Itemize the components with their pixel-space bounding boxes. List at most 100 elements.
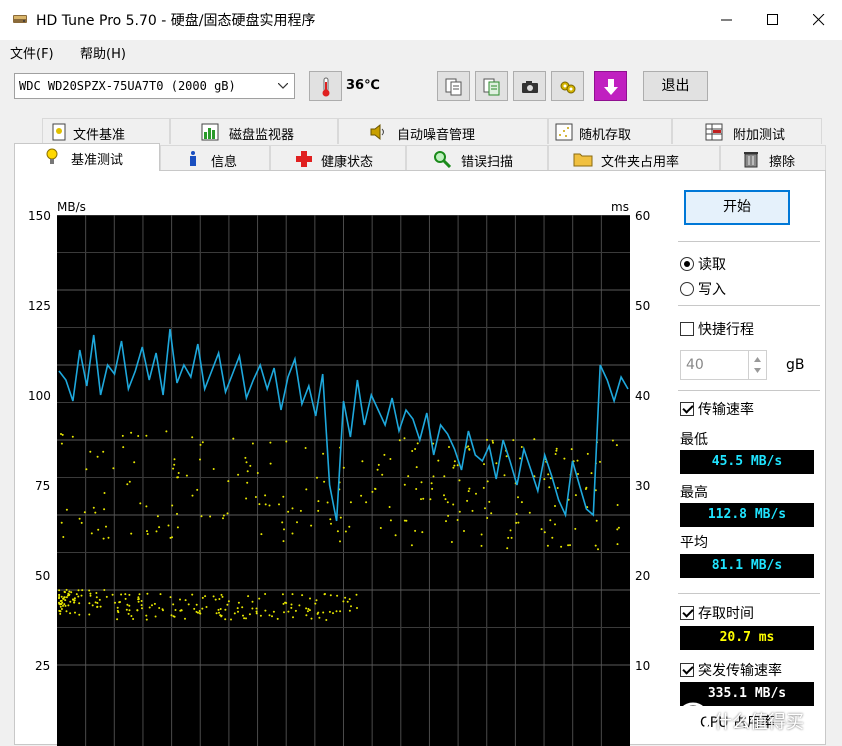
scatter-icon bbox=[555, 123, 573, 141]
access-time-point bbox=[255, 612, 258, 615]
watermark: 值 什么值得买 bbox=[676, 700, 836, 740]
access-time-point bbox=[570, 448, 573, 451]
access-time-point bbox=[145, 618, 148, 621]
access-time-checkbox[interactable]: 存取时间 bbox=[680, 603, 754, 623]
access-time-point bbox=[517, 521, 520, 524]
access-time-point bbox=[212, 468, 215, 470]
access-time-point bbox=[62, 604, 64, 607]
read-radio[interactable]: 读取 bbox=[680, 254, 726, 274]
access-time-point bbox=[467, 490, 470, 493]
access-time-point bbox=[517, 496, 519, 499]
access-time-point bbox=[452, 466, 455, 469]
access-time-point bbox=[381, 473, 384, 476]
access-time-point bbox=[283, 528, 285, 531]
access-time-point bbox=[330, 522, 332, 525]
tab-disk-monitor[interactable]: 磁盘监视器 bbox=[170, 118, 338, 144]
access-time-point bbox=[463, 530, 465, 532]
file-benchmark-icon bbox=[52, 123, 66, 141]
access-time-point bbox=[99, 605, 102, 608]
tab-label: 自动噪音管理 bbox=[397, 128, 476, 143]
spinner-arrows[interactable] bbox=[748, 351, 766, 379]
exit-button[interactable]: 退出 bbox=[643, 71, 708, 101]
access-time-point bbox=[287, 610, 290, 613]
access-time-point bbox=[356, 607, 358, 609]
access-time-point bbox=[64, 604, 67, 607]
access-time-point bbox=[458, 479, 461, 482]
access-time-point bbox=[323, 480, 326, 483]
access-time-point bbox=[410, 544, 413, 547]
access-time-point bbox=[488, 500, 491, 503]
screenshot-button[interactable] bbox=[513, 71, 546, 101]
tab-folder-usage[interactable]: 文件夹占用率 bbox=[548, 145, 720, 171]
right-axis-unit: ms bbox=[611, 200, 629, 214]
short-stroke-spinner[interactable]: 40 bbox=[680, 350, 767, 380]
access-time-point bbox=[112, 467, 115, 470]
copy-info-button[interactable] bbox=[437, 71, 470, 101]
tab-label: 错误扫描 bbox=[461, 155, 514, 170]
access-time-point bbox=[486, 438, 488, 441]
access-time-point bbox=[586, 452, 589, 455]
tab-benchmark[interactable]: 基准测试 bbox=[14, 143, 160, 171]
transfer-rate-checkbox[interactable]: 传输速率 bbox=[680, 399, 754, 419]
access-time-point bbox=[519, 457, 522, 460]
maximize-button[interactable] bbox=[750, 0, 796, 40]
tab-label: 基准测试 bbox=[71, 153, 124, 168]
tab-extra-tests[interactable]: 附加测试 bbox=[672, 118, 822, 144]
copy-all-button[interactable] bbox=[475, 71, 508, 101]
access-time-point bbox=[214, 598, 217, 601]
tab-noise-management[interactable]: 自动噪音管理 bbox=[338, 118, 548, 144]
access-time-point bbox=[137, 596, 140, 599]
benchmark-chart: MB/s ms 150 125 100 75 50 25 60 50 40 30… bbox=[15, 171, 665, 746]
access-time-point bbox=[468, 487, 471, 490]
access-time-point bbox=[196, 488, 199, 491]
access-time-point bbox=[554, 505, 556, 507]
tab-erase[interactable]: 擦除 bbox=[720, 145, 826, 171]
save-button[interactable] bbox=[594, 71, 627, 101]
tab-label: 文件基准 bbox=[73, 128, 126, 143]
access-time-point bbox=[310, 617, 313, 620]
menu-file[interactable]: 文件(F) bbox=[10, 43, 54, 62]
tab-random-access[interactable]: 随机存取 bbox=[548, 118, 672, 144]
access-time-point bbox=[91, 604, 94, 607]
options-button[interactable] bbox=[551, 71, 584, 101]
access-time-point bbox=[560, 545, 563, 548]
access-time-point bbox=[176, 512, 178, 515]
access-time-point bbox=[486, 517, 489, 519]
access-time-point bbox=[292, 616, 294, 619]
short-stroke-checkbox[interactable]: 快捷行程 bbox=[680, 319, 754, 339]
tab-error-scan[interactable]: 错误扫描 bbox=[406, 145, 548, 171]
access-time-point bbox=[554, 523, 556, 526]
access-time-point bbox=[248, 613, 251, 616]
access-time-point bbox=[585, 486, 588, 489]
access-time-point bbox=[244, 456, 247, 459]
access-time-point bbox=[154, 615, 157, 618]
burst-rate-checkbox[interactable]: 突发传输速率 bbox=[680, 660, 782, 680]
access-time-point bbox=[124, 593, 127, 596]
access-time-point bbox=[95, 592, 98, 594]
access-time-point bbox=[151, 604, 153, 607]
menu-help[interactable]: 帮助(H) bbox=[80, 43, 126, 62]
trash-icon bbox=[744, 152, 758, 168]
minimize-button[interactable] bbox=[704, 0, 750, 40]
start-button[interactable]: 开始 bbox=[684, 190, 790, 225]
tab-label: 健康状态 bbox=[321, 155, 374, 170]
drive-select[interactable]: WDC WD20SPZX-75UA7T0 (2000 gB) bbox=[14, 73, 295, 99]
write-radio[interactable]: 写入 bbox=[680, 279, 726, 299]
tab-file-benchmark[interactable]: 文件基准 bbox=[42, 118, 170, 144]
access-time-point bbox=[336, 594, 339, 597]
access-time-point bbox=[254, 496, 257, 498]
access-time-point bbox=[220, 593, 223, 596]
tab-info[interactable]: 信息 bbox=[160, 145, 270, 171]
tab-health[interactable]: 健康状态 bbox=[270, 145, 406, 171]
left-tick: 75 bbox=[35, 479, 51, 493]
access-time-point bbox=[130, 615, 133, 617]
access-time-point bbox=[191, 593, 194, 596]
access-time-point bbox=[569, 544, 571, 547]
close-button[interactable] bbox=[796, 0, 842, 40]
access-time-point bbox=[282, 540, 285, 543]
temperature-button[interactable] bbox=[309, 71, 342, 101]
toolbar: WDC WD20SPZX-75UA7T0 (2000 gB) 36℃ 退出 bbox=[0, 64, 842, 110]
access-time-point bbox=[450, 541, 453, 543]
access-time-point bbox=[577, 473, 579, 475]
access-time-point bbox=[414, 529, 417, 532]
